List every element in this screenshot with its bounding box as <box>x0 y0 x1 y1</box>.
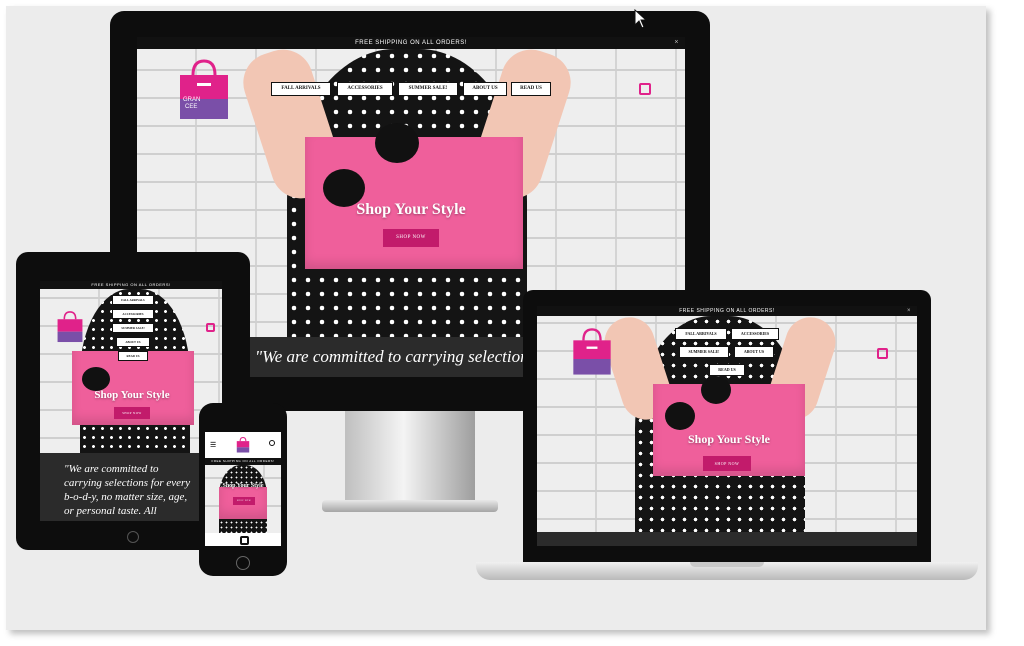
cart-icon[interactable] <box>639 83 651 95</box>
logo-text-line2: CEE <box>185 104 198 110</box>
hero-title: Shop Your Style <box>94 389 170 401</box>
nav-accessories[interactable]: ACCESSORIES <box>731 328 779 340</box>
menu-icon[interactable]: ☰ <box>210 441 216 449</box>
cart-icon[interactable] <box>877 348 888 359</box>
nav-about-us[interactable]: ABOUT US <box>116 337 150 347</box>
monitor-stand <box>345 411 475 503</box>
banner-text: FREE SHIPPING ON ALL ORDERS! <box>211 459 275 463</box>
laptop-notch <box>690 562 764 567</box>
tablet-home-button[interactable] <box>127 531 139 543</box>
quote-text: "We are committed to carrying selection <box>255 347 529 366</box>
hero-title: Shop Your Style <box>222 483 264 489</box>
nav-summer-sale[interactable]: SUMMER SALE! <box>398 82 458 96</box>
phone-banner: FREE SHIPPING ON ALL ORDERS! <box>205 458 281 465</box>
close-icon[interactable]: × <box>907 306 911 316</box>
nav-read-us[interactable]: READ US <box>709 364 745 376</box>
nav-summer-sale[interactable]: SUMMER SALE! <box>679 346 729 358</box>
tablet-screen: FREE SHIPPING ON ALL ORDERS! Shop Your S… <box>40 281 222 521</box>
shop-now-button[interactable]: SHOP NOW <box>703 456 751 471</box>
search-icon[interactable] <box>269 440 275 446</box>
banner-text: FREE SHIPPING ON ALL ORDERS! <box>355 40 467 46</box>
phone-screen: ☰ FREE SHIPPING ON ALL ORDERS! Shop Your… <box>205 432 281 546</box>
cart-icon[interactable] <box>240 536 249 545</box>
nav-about-us[interactable]: ABOUT US <box>734 346 774 358</box>
laptop-bottom-strip <box>537 532 917 546</box>
handbag-logo-icon: GRAN CEE <box>177 59 231 121</box>
handbag-logo-icon <box>236 436 250 453</box>
phone-header: ☰ <box>205 432 281 458</box>
banner-text: FREE SHIPPING ON ALL ORDERS! <box>91 282 171 287</box>
nav-read-us[interactable]: READ US <box>511 82 551 96</box>
banner-text: FREE SHIPPING ON ALL ORDERS! <box>679 308 775 314</box>
nav-summer-sale[interactable]: SUMMER SALE! <box>112 323 154 333</box>
cursor-icon <box>634 8 648 34</box>
shop-now-button[interactable]: SHOP NOW <box>383 229 439 247</box>
quote-line-3: b-o-d-y, no matter size, age, <box>64 491 188 503</box>
phone-hero: Shop Your Style SHOP NOW <box>205 465 281 533</box>
hero-sunglasses <box>375 123 419 163</box>
quote-line-4: or personal taste. All <box>64 505 157 517</box>
monitor-base <box>322 500 498 512</box>
laptop-screen: FREE SHIPPING ON ALL ORDERS! × Shop Your… <box>537 306 917 546</box>
close-icon[interactable]: × <box>674 37 679 49</box>
desktop-banner: FREE SHIPPING ON ALL ORDERS! × <box>137 37 685 49</box>
laptop-banner: FREE SHIPPING ON ALL ORDERS! × <box>537 306 917 316</box>
nav-read-us[interactable]: READ US <box>118 351 148 361</box>
hero-title: Shop Your Style <box>687 432 771 446</box>
handbag-logo-icon <box>57 311 83 343</box>
shop-now-button[interactable]: SHOP NOW <box>114 407 150 419</box>
shop-now-button[interactable]: SHOP NOW <box>233 497 255 505</box>
nav-accessories[interactable]: ACCESSORIES <box>337 82 393 96</box>
nav-fall-arrivals[interactable]: FALL ARRIVALS <box>271 82 331 96</box>
nav-fall-arrivals[interactable]: FALL ARRIVALS <box>675 328 727 340</box>
nav-accessories[interactable]: ACCESSORIES <box>112 309 154 319</box>
quote-line-2: carrying selections for every <box>64 477 191 489</box>
hero-sunglasses <box>665 402 695 430</box>
cart-icon[interactable] <box>206 323 215 332</box>
tablet-banner: FREE SHIPPING ON ALL ORDERS! <box>40 281 222 289</box>
logo-text-line1: GRAN <box>183 97 201 103</box>
phone-home-button[interactable] <box>236 556 250 570</box>
nav-about-us[interactable]: ABOUT US <box>463 82 507 96</box>
quote-line-1: "We are committed to <box>64 463 159 475</box>
hero-sunglasses <box>82 367 110 391</box>
nav-fall-arrivals[interactable]: FALL ARRIVALS <box>112 295 154 305</box>
handbag-logo-icon <box>573 328 611 375</box>
hero-sunglasses <box>701 376 731 404</box>
hero-title: Shop Your Style <box>356 201 466 218</box>
